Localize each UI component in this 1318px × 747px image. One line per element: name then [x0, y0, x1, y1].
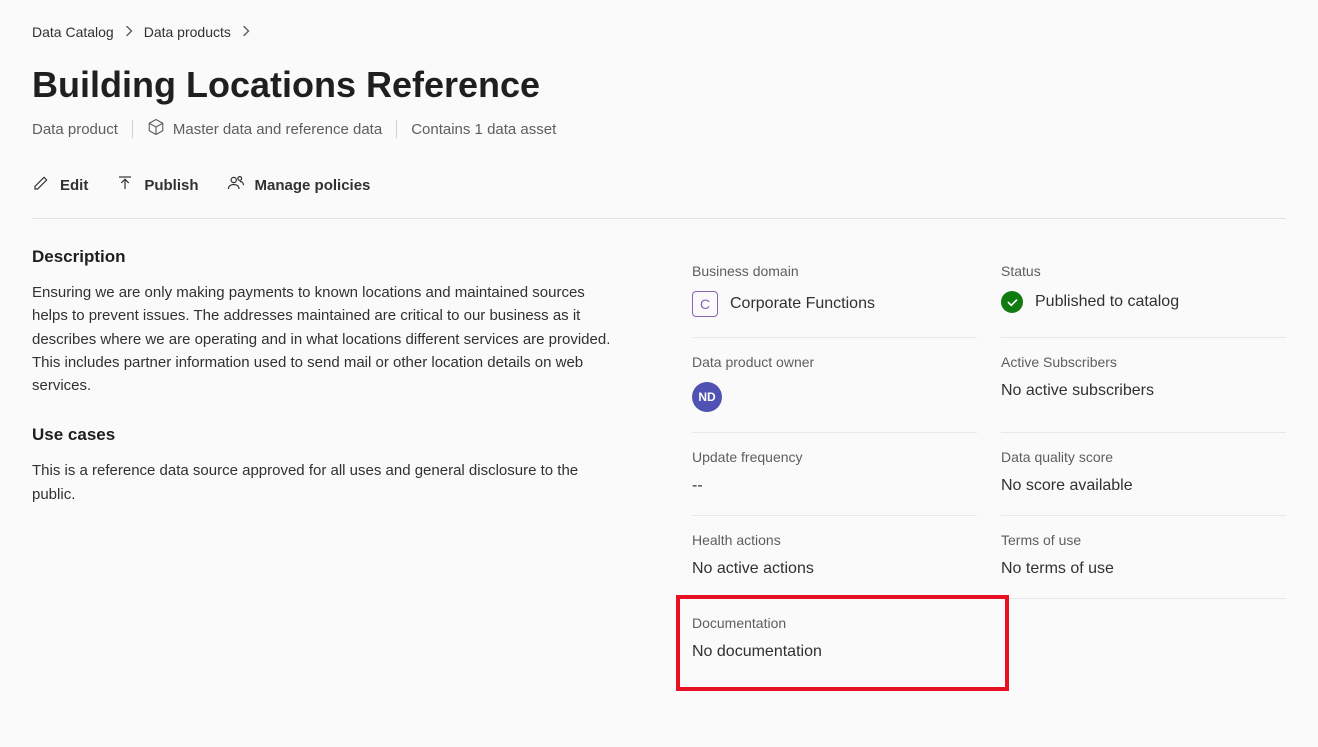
- page-title: Building Locations Reference: [32, 64, 1286, 106]
- prop-health-actions: Health actions No active actions: [692, 516, 977, 599]
- pencil-icon: [32, 174, 50, 196]
- breadcrumb-item-catalog[interactable]: Data Catalog: [32, 24, 114, 40]
- cube-icon: [147, 118, 165, 140]
- quality-value: No score available: [1001, 477, 1286, 495]
- domain-value: Corporate Functions: [730, 295, 875, 313]
- actions-toolbar: Edit Publish Manage policie: [32, 168, 1286, 219]
- prop-label: Data quality score: [1001, 449, 1286, 465]
- left-column: Description Ensuring we are only making …: [32, 247, 612, 681]
- chevron-right-icon: [124, 25, 134, 39]
- prop-business-domain: Business domain C Corporate Functions: [692, 247, 977, 338]
- prop-label: Status: [1001, 263, 1286, 279]
- terms-value: No terms of use: [1001, 560, 1286, 578]
- meta-divider: [132, 120, 133, 138]
- prop-empty: [1001, 599, 1286, 681]
- prop-update-frequency: Update frequency --: [692, 433, 977, 516]
- breadcrumb: Data Catalog Data products: [32, 24, 1286, 40]
- prop-label: Data product owner: [692, 354, 977, 370]
- subscribers-value: No active subscribers: [1001, 382, 1286, 400]
- chevron-right-icon: [241, 25, 251, 39]
- breadcrumb-item-products[interactable]: Data products: [144, 24, 231, 40]
- asset-count-label: Contains 1 data asset: [411, 121, 556, 138]
- prop-terms: Terms of use No terms of use: [1001, 516, 1286, 599]
- edit-button[interactable]: Edit: [32, 168, 88, 202]
- check-circle-icon: [1001, 291, 1023, 313]
- domain-badge: C: [692, 291, 718, 317]
- prop-owner: Data product owner ND: [692, 338, 977, 433]
- prop-status: Status Published to catalog: [1001, 247, 1286, 338]
- manage-policies-label: Manage policies: [255, 177, 371, 194]
- prop-quality-score: Data quality score No score available: [1001, 433, 1286, 516]
- product-type-label: Data product: [32, 121, 118, 138]
- publish-icon: [116, 174, 134, 196]
- prop-subscribers: Active Subscribers No active subscribers: [1001, 338, 1286, 433]
- description-body: Ensuring we are only making payments to …: [32, 281, 612, 397]
- product-category-text: Master data and reference data: [173, 121, 382, 138]
- publish-button-label: Publish: [144, 177, 198, 194]
- prop-label: Documentation: [692, 615, 977, 631]
- publish-button[interactable]: Publish: [116, 168, 198, 202]
- prop-label: Health actions: [692, 532, 977, 548]
- product-category: Master data and reference data: [147, 118, 382, 140]
- usecases-heading: Use cases: [32, 425, 612, 445]
- prop-label: Active Subscribers: [1001, 354, 1286, 370]
- meta-divider: [396, 120, 397, 138]
- prop-documentation: Documentation No documentation: [692, 599, 977, 681]
- description-heading: Description: [32, 247, 612, 267]
- prop-label: Terms of use: [1001, 532, 1286, 548]
- prop-label: Business domain: [692, 263, 977, 279]
- documentation-value: No documentation: [692, 643, 977, 661]
- prop-label: Update frequency: [692, 449, 977, 465]
- page-meta: Data product Master data and reference d…: [32, 118, 1286, 140]
- update-freq-value: --: [692, 477, 977, 495]
- status-value: Published to catalog: [1035, 293, 1179, 311]
- properties-panel: Business domain C Corporate Functions St…: [692, 247, 1286, 681]
- manage-policies-button[interactable]: Manage policies: [227, 168, 371, 202]
- usecases-body: This is a reference data source approved…: [32, 459, 612, 506]
- health-value: No active actions: [692, 560, 977, 578]
- edit-button-label: Edit: [60, 177, 88, 194]
- owner-avatar[interactable]: ND: [692, 382, 722, 412]
- people-icon: [227, 174, 245, 196]
